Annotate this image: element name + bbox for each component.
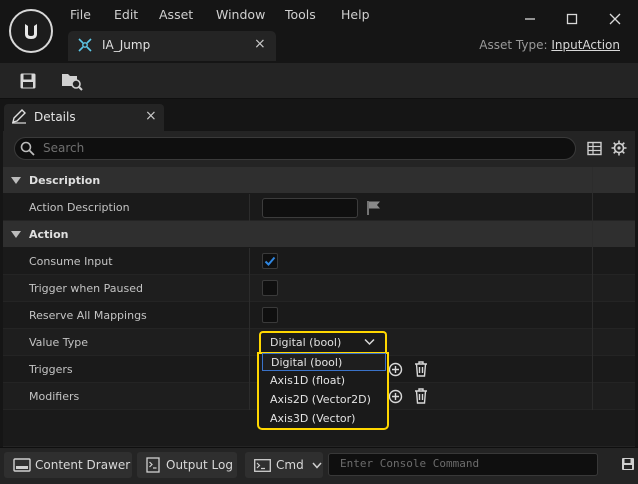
- document-tab-close-icon[interactable]: ×: [254, 36, 266, 52]
- category-description-label: Description: [29, 174, 101, 187]
- details-tab[interactable]: [4, 104, 164, 131]
- browse-icon: [62, 74, 83, 91]
- save-icon: [20, 73, 36, 89]
- input-action-icon: [77, 37, 93, 53]
- delete-modifiers-icon[interactable]: [414, 388, 428, 404]
- menu-tools[interactable]: Tools: [285, 7, 316, 23]
- minimize-icon: [525, 18, 535, 20]
- dropdown-option-axis2d[interactable]: Axis2D (Vector2D): [262, 391, 386, 409]
- browse-to-asset-button[interactable]: [60, 69, 84, 93]
- column-divider[interactable]: [249, 194, 250, 221]
- menu-help[interactable]: Help: [341, 7, 370, 23]
- document-tab[interactable]: [68, 31, 276, 61]
- maximize-icon: [566, 13, 578, 25]
- output-log-icon: [146, 457, 160, 473]
- asset-type: Asset Type: InputAction: [479, 38, 620, 52]
- value-type-label: Value Type: [29, 336, 88, 349]
- menu-edit[interactable]: Edit: [114, 7, 138, 23]
- source-control-save-icon[interactable]: [621, 457, 635, 473]
- reserve-all-mappings-checkbox[interactable]: [262, 307, 278, 323]
- dropdown-option-axis3d[interactable]: Axis3D (Vector): [262, 410, 386, 428]
- save-button[interactable]: [16, 69, 40, 93]
- content-drawer-button[interactable]: Content Drawer: [4, 452, 132, 478]
- trigger-when-paused-checkbox[interactable]: [262, 280, 278, 296]
- search-placeholder: Search: [43, 141, 85, 155]
- minimize-button[interactable]: [515, 8, 545, 30]
- details-tab-close-icon[interactable]: ×: [145, 108, 157, 124]
- output-log-label: Output Log: [166, 458, 233, 472]
- value-type-selected: Digital (bool): [270, 336, 342, 349]
- settings-gear-icon[interactable]: [611, 140, 627, 156]
- trigger-when-paused-label: Trigger when Paused: [29, 282, 143, 295]
- console-placeholder: Enter Console Command: [340, 457, 480, 470]
- consume-input-label: Consume Input: [29, 255, 113, 268]
- cmd-dropdown[interactable]: Cmd: [245, 452, 323, 478]
- chevron-down-icon[interactable]: [364, 338, 375, 346]
- table-view-icon[interactable]: [587, 141, 602, 156]
- add-modifier-icon[interactable]: [388, 389, 403, 404]
- action-description-label: Action Description: [29, 201, 130, 214]
- close-window-button[interactable]: [600, 8, 630, 30]
- delete-triggers-icon[interactable]: [414, 361, 428, 377]
- dropdown-option-digital[interactable]: Digital (bool): [262, 353, 386, 371]
- asset-type-label: Asset Type:: [479, 38, 548, 52]
- collapse-arrow-icon[interactable]: [11, 231, 21, 239]
- close-icon: [609, 13, 621, 25]
- consume-input-checkbox[interactable]: [262, 253, 278, 269]
- column-divider: [592, 167, 593, 410]
- content-drawer-label: Content Drawer: [35, 458, 131, 472]
- terminal-icon: [254, 458, 271, 472]
- chevron-down-icon: [312, 462, 322, 469]
- menu-window[interactable]: Window: [216, 7, 265, 23]
- maximize-button[interactable]: [557, 8, 587, 30]
- cmd-label: Cmd: [276, 458, 304, 472]
- category-action[interactable]: [3, 221, 635, 248]
- search-input[interactable]: [14, 137, 576, 160]
- output-log-button[interactable]: Output Log: [137, 452, 237, 478]
- column-divider[interactable]: [249, 248, 250, 410]
- add-trigger-icon[interactable]: [388, 362, 403, 377]
- asset-toolbar: [0, 63, 638, 99]
- action-description-input[interactable]: [262, 198, 358, 218]
- menu-asset[interactable]: Asset: [159, 7, 193, 23]
- asset-type-link[interactable]: InputAction: [551, 38, 620, 52]
- reserve-all-mappings-label: Reserve All Mappings: [29, 309, 147, 322]
- modifiers-label: Modifiers: [29, 390, 80, 403]
- flag-icon[interactable]: [366, 200, 382, 216]
- dropdown-option-axis1d[interactable]: Axis1D (float): [262, 372, 386, 390]
- content-drawer-icon: [13, 458, 31, 472]
- category-action-label: Action: [29, 228, 69, 241]
- menu-file[interactable]: File: [70, 7, 91, 23]
- checkmark-icon: [264, 256, 276, 266]
- details-tab-label: Details: [34, 110, 76, 124]
- triggers-label: Triggers: [29, 363, 73, 376]
- search-icon: [20, 141, 35, 156]
- unreal-logo-icon[interactable]: [9, 9, 53, 53]
- pencil-icon: [11, 108, 27, 124]
- document-tab-label: IA_Jump: [102, 38, 151, 52]
- collapse-arrow-icon[interactable]: [11, 177, 21, 185]
